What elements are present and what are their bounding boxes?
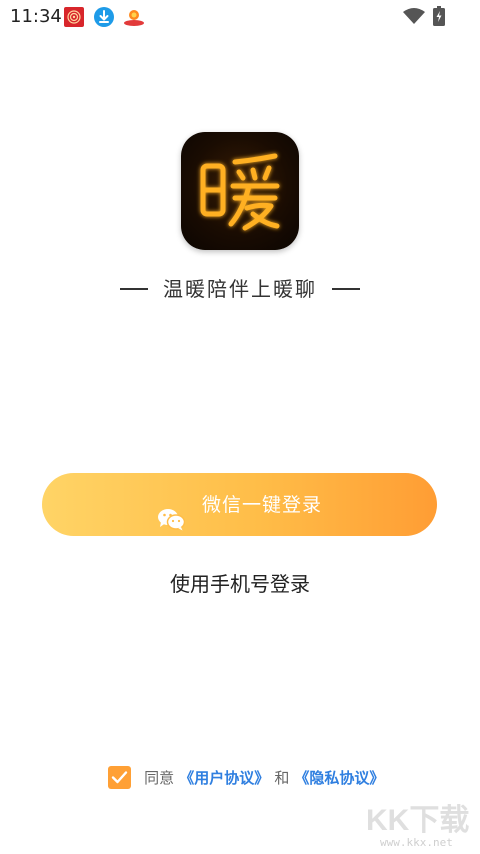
status-time: 11:34 — [10, 6, 62, 27]
wechat-login-button[interactable]: 微信一键登录 — [42, 473, 437, 536]
status-bar: 11:34 — [0, 0, 480, 34]
watermark: KK下载 www.kkx.net — [362, 796, 474, 850]
wifi-icon — [403, 8, 425, 24]
watermark-main: KK下载 — [366, 804, 469, 837]
wechat-icon — [157, 494, 186, 530]
agree-prefix: 同意 — [144, 769, 175, 787]
slogan-right-dash — [332, 288, 361, 290]
slogan-left-dash — [119, 288, 148, 290]
wechat-login-label: 微信一键登录 — [202, 494, 323, 516]
checkmark-icon — [111, 771, 128, 784]
privacy-agreement-link[interactable]: 《隐私协议》 — [294, 767, 384, 788]
fingerprint-app-icon — [64, 7, 84, 27]
agree-conjunction: 和 — [274, 769, 290, 787]
slogan: 温暖陪伴上暖聊 — [0, 275, 480, 303]
watermark-sub: www.kkx.net — [380, 836, 453, 849]
download-icon — [94, 7, 114, 27]
phone-login-button[interactable]: 使用手机号登录 — [140, 568, 340, 600]
user-agreement-link[interactable]: 《用户协议》 — [179, 767, 269, 788]
app-logo-icon — [181, 132, 299, 250]
agreement-row: 同意 《用户协议》 和 《隐私协议》 — [108, 766, 384, 792]
app-notification-icon — [123, 7, 144, 27]
battery-charging-icon — [433, 6, 445, 26]
slogan-text: 温暖陪伴上暖聊 — [163, 277, 317, 301]
agree-checkbox[interactable] — [108, 766, 131, 789]
